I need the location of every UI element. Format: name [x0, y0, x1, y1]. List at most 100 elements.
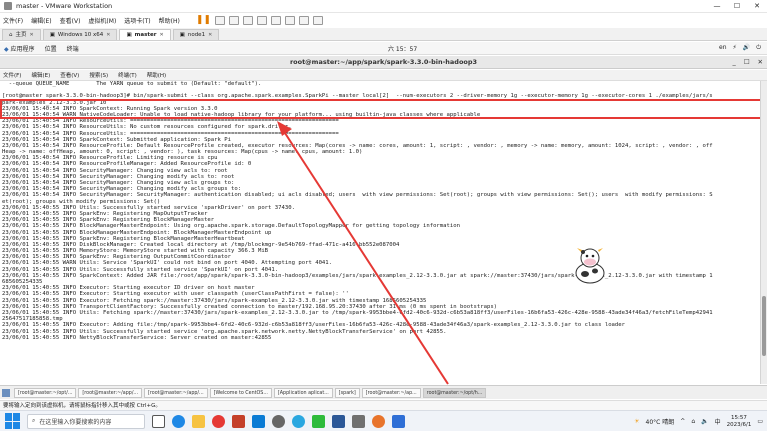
vm-tab-bar: ⌂ 主页 ✕ ▣ Windows 10 x64 ✕ ▣ master ✕ ▣ node1 ✕: [0, 28, 767, 41]
file-explorer-icon[interactable]: [192, 414, 205, 428]
term-menu-edit[interactable]: 编辑(E): [31, 71, 50, 79]
terminal-scrollbar[interactable]: [760, 81, 767, 384]
task-item[interactable]: [root@master:~/ap...: [361, 387, 421, 398]
show-desktop-icon[interactable]: [2, 388, 10, 397]
vm-icon: ▣: [126, 31, 132, 38]
store-icon[interactable]: [252, 414, 265, 428]
vmware-status-bar: 要将输入定向到该虚拟机，请将鼠标指针移入其中或按 Ctrl+G。: [0, 400, 767, 410]
pause-icon[interactable]: ❚❚: [196, 15, 211, 25]
powerpoint-icon[interactable]: [232, 414, 245, 428]
menu-edit[interactable]: 编辑(E): [31, 16, 51, 25]
menu-vm[interactable]: 虚拟机(M): [88, 16, 116, 25]
network-icon[interactable]: ⌂: [691, 418, 695, 425]
close-icon[interactable]: ✕: [106, 30, 110, 41]
vmware-title-bar: master - VMware Workstation — ☐ ✕: [0, 0, 767, 13]
app-icon[interactable]: [372, 414, 385, 428]
close-icon[interactable]: ✕: [208, 30, 212, 41]
snapshot-manager-icon[interactable]: [256, 15, 267, 25]
tab-master[interactable]: ▣ master ✕: [119, 29, 171, 41]
network-icon[interactable]: ⚡: [733, 44, 737, 52]
menu-view[interactable]: 查看(V): [60, 16, 81, 25]
clock-time: 15:57: [731, 414, 747, 421]
volume-icon[interactable]: 🔈: [701, 418, 708, 425]
system-tray: ☀ 40°C 晴朗 ^ ⌂ 🔈 中 15:57 2023/6/1 ▭: [634, 411, 763, 431]
window-title: master - VMware Workstation: [16, 2, 113, 10]
weather-text[interactable]: 40°C 晴朗: [646, 417, 675, 426]
windows-taskbar: ⌕ 在这里输入你要搜索的内容 ☀ 40°C 晴朗 ^ ⌂ 🔈 中 15:57 2…: [0, 410, 767, 431]
task-item[interactable]: [spark]: [334, 387, 360, 398]
task-item[interactable]: [root@master:~/app/...: [144, 387, 208, 398]
command-highlight-box: [0, 99, 765, 119]
close-button[interactable]: ✕: [747, 0, 767, 13]
term-menu-search[interactable]: 搜索(S): [89, 71, 108, 79]
places-menu[interactable]: 位置: [45, 44, 57, 53]
console-view-icon[interactable]: [312, 15, 323, 25]
fullscreen-icon[interactable]: [284, 15, 295, 25]
applications-label: 应用程序: [10, 45, 35, 53]
notification-icon[interactable]: ▭: [757, 418, 763, 425]
language-indicator[interactable]: en: [719, 44, 727, 52]
tab-home[interactable]: ⌂ 主页 ✕: [2, 29, 41, 40]
terminal-title: root@master:~/app/spark/spark-3.3.0-bin-…: [289, 58, 478, 66]
terminal-line: 23/06/01 15:40:54 INFO SecurityManager: …: [2, 192, 713, 199]
start-button[interactable]: [5, 413, 21, 429]
terminal-maximize-button[interactable]: ☐: [744, 56, 750, 69]
volume-icon[interactable]: 🔊: [743, 44, 750, 52]
task-item[interactable]: [Application aplicat...: [273, 387, 333, 398]
menu-help[interactable]: 帮助(H): [159, 16, 180, 25]
vm-icon: ▣: [49, 31, 55, 38]
task-item[interactable]: [Welcome to CentOS...: [209, 387, 272, 398]
terminal-close-button[interactable]: ✕: [758, 56, 763, 69]
terminal-minimize-button[interactable]: _: [732, 56, 735, 69]
revert-snapshot-icon[interactable]: [242, 15, 253, 25]
clock[interactable]: 六 15：57: [388, 44, 417, 53]
term-menu-file[interactable]: 文件(F): [3, 71, 21, 79]
qq-icon[interactable]: [292, 414, 305, 428]
settings-icon[interactable]: [272, 414, 285, 428]
home-icon: ⌂: [9, 31, 13, 38]
word-icon[interactable]: [332, 414, 345, 428]
unity-icon[interactable]: [298, 15, 309, 25]
task-view-icon[interactable]: [152, 414, 165, 428]
tab-label: node1: [187, 31, 206, 38]
task-item[interactable]: [root@master:~/opt/...: [14, 387, 77, 398]
tab-windows10[interactable]: ▣ Windows 10 x64 ✕: [42, 29, 118, 41]
scrollbar-thumb[interactable]: [762, 296, 766, 356]
terminal-menu[interactable]: 终端: [67, 44, 79, 53]
power-icon[interactable]: ⏻: [756, 44, 761, 52]
maximize-button[interactable]: ☐: [727, 0, 747, 13]
wechat-icon[interactable]: [312, 414, 325, 428]
weather-icon: ☀: [634, 418, 640, 425]
applications-menu[interactable]: ◆ 应用程序: [4, 44, 35, 53]
search-box[interactable]: ⌕ 在这里输入你要搜索的内容: [27, 413, 145, 429]
cow-mascot-icon: [575, 248, 605, 284]
send-keys-icon[interactable]: [214, 15, 225, 25]
task-item-active[interactable]: root@master:~/opt/h...: [422, 387, 487, 398]
terminal-title-bar: root@master:~/app/spark/spark-3.3.0-bin-…: [0, 56, 767, 69]
tab-node1[interactable]: ▣ node1 ✕: [172, 29, 220, 41]
terminal-output[interactable]: --queue QUEUE_NAME The YARN queue to sub…: [0, 81, 760, 384]
term-menu-terminal[interactable]: 终端(T): [118, 71, 137, 79]
tab-label: Windows 10 x64: [57, 31, 104, 38]
edge-icon[interactable]: [172, 414, 185, 428]
term-menu-help[interactable]: 帮助(H): [147, 71, 166, 79]
menu-file[interactable]: 文件(F): [3, 16, 23, 25]
task-item[interactable]: [root@master:~/app/...: [78, 387, 143, 398]
close-icon[interactable]: ✕: [30, 30, 34, 41]
snapshot-icon[interactable]: [228, 15, 239, 25]
ime-indicator[interactable]: 中: [715, 417, 721, 426]
clock[interactable]: 15:57 2023/6/1: [727, 415, 752, 429]
tab-label: master: [134, 31, 157, 38]
vmware-logo-icon: [4, 2, 12, 10]
term-menu-view[interactable]: 查看(V): [60, 71, 79, 79]
vmware-icon[interactable]: [352, 414, 365, 428]
chrome-icon[interactable]: [212, 414, 225, 428]
app-icon[interactable]: [392, 414, 405, 428]
tray-overflow-icon[interactable]: ^: [680, 418, 685, 425]
minimize-button[interactable]: —: [707, 0, 727, 13]
menu-tabs[interactable]: 选项卡(T): [124, 16, 150, 25]
search-placeholder: 在这里输入你要搜索的内容: [39, 418, 112, 426]
close-icon[interactable]: ✕: [159, 30, 163, 41]
library-icon[interactable]: [270, 15, 281, 25]
